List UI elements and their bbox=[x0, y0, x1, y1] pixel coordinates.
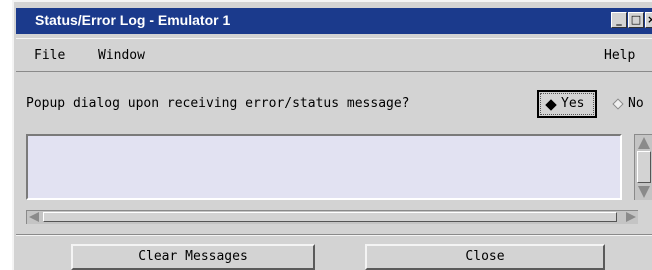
horizontal-scrollbar[interactable] bbox=[26, 210, 638, 224]
status-error-log-window: Status/Error Log - Emulator 1 _ □ × File… bbox=[12, 0, 652, 270]
close-button[interactable]: Close bbox=[365, 244, 605, 270]
arrow-down-icon[interactable] bbox=[638, 186, 650, 198]
radio-yes[interactable]: Yes bbox=[537, 90, 597, 118]
horizontal-scroll-thumb[interactable] bbox=[43, 212, 617, 222]
radio-yes-label: Yes bbox=[561, 96, 585, 111]
minimize-button[interactable]: _ bbox=[611, 12, 627, 28]
close-window-button[interactable]: × bbox=[645, 12, 652, 28]
vertical-scroll-thumb[interactable] bbox=[637, 151, 651, 183]
arrow-left-icon[interactable] bbox=[29, 212, 39, 222]
window-title: Status/Error Log - Emulator 1 bbox=[35, 12, 231, 28]
menu-help[interactable]: Help bbox=[604, 48, 635, 63]
arrow-up-icon[interactable] bbox=[638, 137, 650, 149]
diamond-empty-icon bbox=[612, 98, 624, 110]
radio-no[interactable]: No bbox=[608, 92, 652, 116]
menu-bar: File Window Help bbox=[16, 38, 652, 72]
diamond-filled-icon bbox=[545, 99, 557, 111]
vertical-scrollbar[interactable] bbox=[634, 134, 652, 200]
message-log-area[interactable] bbox=[26, 134, 622, 200]
menu-window[interactable]: Window bbox=[98, 48, 145, 63]
arrow-right-icon[interactable] bbox=[626, 212, 636, 222]
popup-prompt-label: Popup dialog upon receiving error/status… bbox=[26, 96, 410, 111]
maximize-button[interactable]: □ bbox=[628, 12, 644, 28]
title-bar[interactable]: Status/Error Log - Emulator 1 _ □ × bbox=[16, 8, 652, 34]
menu-file[interactable]: File bbox=[34, 48, 65, 63]
clear-messages-button[interactable]: Clear Messages bbox=[71, 244, 315, 270]
radio-no-label: No bbox=[628, 96, 644, 111]
divider bbox=[16, 234, 652, 236]
